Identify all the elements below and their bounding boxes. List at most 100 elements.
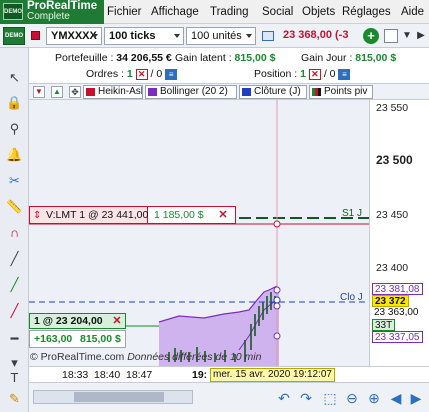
close-icon[interactable]: ✕ [308, 68, 321, 80]
y-tick-label: 23 400 [376, 262, 409, 274]
tab-heikin-ashi[interactable]: Heikin-Ashi [83, 85, 143, 99]
instrument-toolbar: DEMO YMXXXX 100 ticks 100 unités 23 368,… [0, 24, 429, 48]
cursor-icon[interactable]: ↖ [4, 68, 25, 88]
ruler-icon[interactable]: 📏 [4, 197, 25, 217]
bollinger-swatch-icon [148, 88, 157, 96]
erase-icon[interactable]: ✂ [4, 171, 25, 191]
sell-limit-label: ⇕ V:LMT 1 @ 23 441,00 [30, 207, 148, 223]
x-tick-label: 19: [192, 369, 208, 381]
demo-badge: DEMO [3, 3, 23, 20]
sell-limit-value: 1 185,00 $ [154, 209, 204, 221]
position-pnl: +163,00 815,00 $ [29, 330, 126, 348]
window-icon[interactable] [384, 29, 398, 43]
ticks-select[interactable]: 100 ticks [104, 27, 184, 45]
pencil-icon[interactable]: ✎ [4, 389, 25, 409]
x-tick-label: 18:40 [94, 369, 121, 381]
chevron-down-icon [246, 34, 252, 38]
tab-points-pivots[interactable]: Points piv [309, 85, 373, 99]
zoom-out-icon[interactable]: ⊖ [343, 389, 361, 407]
lock-icon[interactable]: 🔒 [4, 93, 25, 113]
list-icon[interactable]: ≡ [338, 68, 351, 80]
bollinger-lower-tag: 23 337,05 [372, 331, 423, 343]
menu-reglages[interactable]: Réglages [342, 6, 391, 18]
y-tick-label: 23 550 [376, 102, 409, 114]
ticks-count-tag: 33T [372, 319, 396, 331]
watermark: © ProRealTime.com Données différées de 1… [30, 351, 262, 363]
indicator-tabs: ▼ ▲ ✥ Heikin-Ashi Bollinger (20 2) Clôtu… [29, 84, 429, 100]
watchlist-icon[interactable] [262, 31, 274, 41]
position-value: 815,00 $ [80, 333, 121, 345]
y-tick-label: 23 450 [376, 209, 409, 221]
price-axis[interactable]: 23 550 23 500 23 450 23 400 23 381,08 23… [369, 100, 429, 366]
move-icon[interactable]: ✥ [69, 86, 81, 98]
mid-price-tag: 23 363,00 [372, 307, 421, 319]
position-tag[interactable]: 1 @ 23 204,00 ✕ [29, 313, 126, 329]
expand-icon[interactable]: ▲ [51, 86, 63, 98]
app-subtitle: Complete [27, 11, 70, 22]
list-icon[interactable]: ≡ [165, 68, 178, 80]
menu-trading[interactable]: Trading [210, 6, 249, 18]
app-logo: DEMO ProRealTime Complete [0, 0, 104, 24]
x-tick-label: 18:33 [62, 369, 89, 381]
time-axis[interactable]: 18:33 18:40 18:47 19: mer. 15 avr. 2020 … [29, 366, 429, 382]
zoom-in-icon[interactable]: ⊕ [365, 389, 383, 407]
last-price: 23 368,00 (-3 [283, 29, 349, 41]
instrument-select[interactable]: YMXXXX [46, 27, 102, 45]
bollinger-upper-tag: 23 381,08 [372, 283, 423, 295]
collapse-icon[interactable]: ▼ [33, 86, 45, 98]
tab-bollinger[interactable]: Bollinger (20 2) [145, 85, 237, 99]
menu-social[interactable]: Social [262, 6, 293, 18]
magnifier-icon[interactable]: ⚲ [4, 119, 25, 139]
units-label: 100 unités [191, 30, 242, 42]
chevron-down-icon [92, 34, 98, 38]
menu-objets[interactable]: Objets [302, 6, 335, 18]
units-select[interactable]: 100 unités [186, 27, 256, 45]
zoom-selection-icon[interactable]: ⬚ [321, 389, 339, 407]
last-price-tag: 23 372 [372, 295, 409, 307]
trendline-green-icon[interactable]: ╱ [4, 275, 25, 295]
position-line: Position : 1 ✕ / 0 ≡ [254, 68, 351, 80]
menu-bar: DEMO ProRealTime Complete Fichier Affich… [0, 0, 429, 24]
undo-icon[interactable]: ↶ [275, 389, 293, 407]
pivot-s1-label: S1 J [342, 208, 363, 219]
portfolio-line: Portefeuille : 34 206,55 € [55, 52, 172, 64]
scrollbar[interactable] [33, 390, 193, 404]
portfolio-panel: Portefeuille : 34 206,55 € Gain latent :… [29, 48, 429, 84]
text-tool-icon[interactable]: T [4, 368, 25, 388]
portfolio-value: 34 206,55 € [116, 52, 172, 64]
chevron-down-icon[interactable]: ▼ [401, 29, 413, 43]
scroll-right-icon[interactable]: ▶ [407, 389, 425, 407]
menu-fichier[interactable]: Fichier [107, 6, 142, 18]
horizontal-line-icon[interactable]: ━ [4, 329, 25, 349]
unrealized-gain: Gain latent : 815,00 $ [175, 52, 276, 64]
y-tick-label: 23 500 [376, 153, 413, 167]
cursor-date-label: mer. 15 avr. 2020 19:12:07 [210, 368, 335, 382]
scroll-left-icon[interactable]: ◀ [387, 389, 405, 407]
trendline-red-icon[interactable]: ╱ [4, 301, 25, 321]
scrollbar-thumb[interactable] [74, 392, 164, 402]
magnet-icon[interactable]: ∩ [4, 223, 25, 243]
position-points: +163,00 [34, 333, 73, 345]
x-tick-label: 18:47 [126, 369, 153, 381]
menu-aide[interactable]: Aide [401, 6, 424, 18]
tab-cloture[interactable]: Clôture (J) [239, 85, 307, 99]
redo-icon[interactable]: ↷ [297, 389, 315, 407]
line-tool-icon[interactable]: ╱ [4, 249, 25, 269]
close-position-icon[interactable]: ✕ [111, 315, 123, 327]
day-gain: Gain Jour : 815,00 $ [301, 52, 397, 64]
candles-icon [86, 88, 95, 96]
orders-line: Ordres : 1 ✕ / 0 ≡ [86, 68, 178, 80]
close-line-label: Clo J [340, 292, 363, 303]
alert-bell-icon[interactable]: 🔔 [4, 145, 25, 165]
sell-limit-order[interactable]: ⇕ V:LMT 1 @ 23 441,00 1 185,00 $ ✕ [29, 206, 236, 224]
chevron-right-icon[interactable]: ▶ [415, 29, 427, 43]
drag-handle-icon[interactable]: ⇕ [33, 208, 41, 224]
cancel-order-icon[interactable]: ✕ [216, 208, 230, 222]
close-line-swatch-icon [242, 88, 251, 96]
demo-account-icon[interactable]: DEMO [3, 27, 25, 45]
add-icon[interactable]: + [363, 28, 379, 44]
link-color-icon[interactable] [31, 31, 40, 40]
close-icon[interactable]: ✕ [135, 68, 148, 80]
pivots-swatch-icon [312, 88, 321, 96]
menu-affichage[interactable]: Affichage [151, 6, 199, 18]
